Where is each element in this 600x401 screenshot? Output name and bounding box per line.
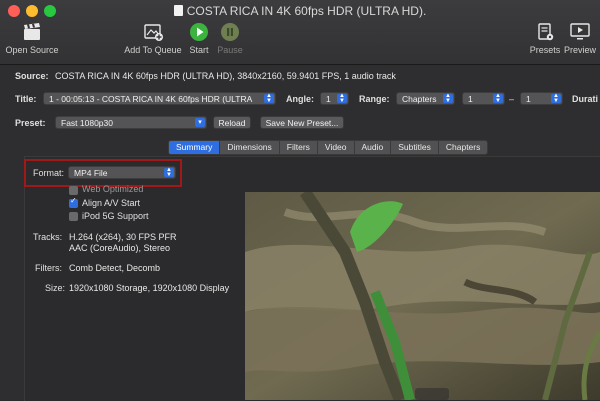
presets-button[interactable]: Presets xyxy=(528,22,562,55)
pause-button[interactable]: Pause xyxy=(216,22,244,55)
tab-filters[interactable]: Filters xyxy=(280,141,318,154)
size-label: Size: xyxy=(45,283,66,293)
title-label: Title: xyxy=(15,94,37,104)
preset-label: Preset: xyxy=(15,118,46,128)
tab-summary[interactable]: Summary xyxy=(169,141,221,154)
pause-icon xyxy=(221,23,239,41)
title-select[interactable]: 1 - 00:05:13 - COSTA RICA IN 4K 60fps HD… xyxy=(43,92,276,105)
presets-icon xyxy=(538,23,554,41)
source-value: COSTA RICA IN 4K 60fps HDR (ULTRA HD), 3… xyxy=(55,71,396,81)
tab-subtitles[interactable]: Subtitles xyxy=(391,141,439,154)
stepper-icon: ▲ ▼ xyxy=(337,93,347,104)
align-av-label: Align A/V Start xyxy=(82,198,141,208)
range-label: Range: xyxy=(359,94,390,104)
range-dash: – xyxy=(509,94,515,104)
tab-chapters[interactable]: Chapters xyxy=(439,141,487,154)
open-source-button[interactable]: Open Source xyxy=(5,22,59,55)
preview-button[interactable]: Preview xyxy=(563,22,597,55)
web-optimized-label: Web Optimized xyxy=(82,184,144,194)
window-title: COSTA RICA IN 4K 60fps HDR (ULTRA HD). xyxy=(0,4,600,18)
stepper-icon: ▲ ▼ xyxy=(551,93,561,104)
chevron-down-icon: ▾ xyxy=(195,118,205,127)
preview-image-drawing xyxy=(245,192,600,400)
align-av-checkbox[interactable] xyxy=(69,196,78,208)
tracks-line-2: AAC (CoreAudio), Stereo xyxy=(69,243,171,253)
stepper-icon: ▲ ▼ xyxy=(264,93,274,104)
document-icon xyxy=(173,5,183,16)
range-start-select[interactable]: 1 ▲ ▼ xyxy=(462,92,505,105)
range-type-select[interactable]: Chapters ▲ ▼ xyxy=(396,92,455,105)
add-to-queue-icon xyxy=(144,24,163,41)
tab-audio[interactable]: Audio xyxy=(355,141,392,154)
ipod-label: iPod 5G Support xyxy=(82,211,149,221)
tab-dimensions[interactable]: Dimensions xyxy=(220,141,280,154)
play-icon xyxy=(190,23,208,41)
duration-label: Durati xyxy=(572,94,599,104)
preview-image xyxy=(245,192,600,400)
filters-label: Filters: xyxy=(35,263,62,273)
tracks-label: Tracks: xyxy=(33,232,63,242)
size-value: 1920x1080 Storage, 1920x1080 Display xyxy=(69,283,230,293)
preview-monitor-icon xyxy=(570,23,590,40)
format-highlight-box xyxy=(24,159,182,187)
reload-button[interactable]: Reload xyxy=(213,116,251,129)
range-end-select[interactable]: 1 ▲ ▼ xyxy=(520,92,563,105)
clapperboard-icon xyxy=(24,23,40,40)
stepper-icon: ▲ ▼ xyxy=(443,93,453,104)
web-optimized-checkbox[interactable] xyxy=(69,186,78,195)
preset-select[interactable]: Fast 1080p30 ▾ xyxy=(55,116,207,129)
filters-value: Comb Detect, Decomb xyxy=(69,263,161,273)
ipod-checkbox[interactable] xyxy=(69,212,78,221)
tab-bar: Summary Dimensions Filters Video Audio S… xyxy=(168,140,489,155)
save-new-preset-button[interactable]: Save New Preset... xyxy=(260,116,344,129)
stepper-icon: ▲ ▼ xyxy=(493,93,503,104)
start-button[interactable]: Start xyxy=(186,22,212,55)
add-to-queue-button[interactable]: Add To Queue xyxy=(123,22,183,55)
angle-label: Angle: xyxy=(286,94,314,104)
angle-select[interactable]: 1 ▲ ▼ xyxy=(320,92,349,105)
tracks-line-1: H.264 (x264), 30 FPS PFR xyxy=(69,232,177,242)
tab-video[interactable]: Video xyxy=(318,141,355,154)
title-bar: COSTA RICA IN 4K 60fps HDR (ULTRA HD). O… xyxy=(0,0,600,65)
source-label: Source: xyxy=(15,71,49,81)
